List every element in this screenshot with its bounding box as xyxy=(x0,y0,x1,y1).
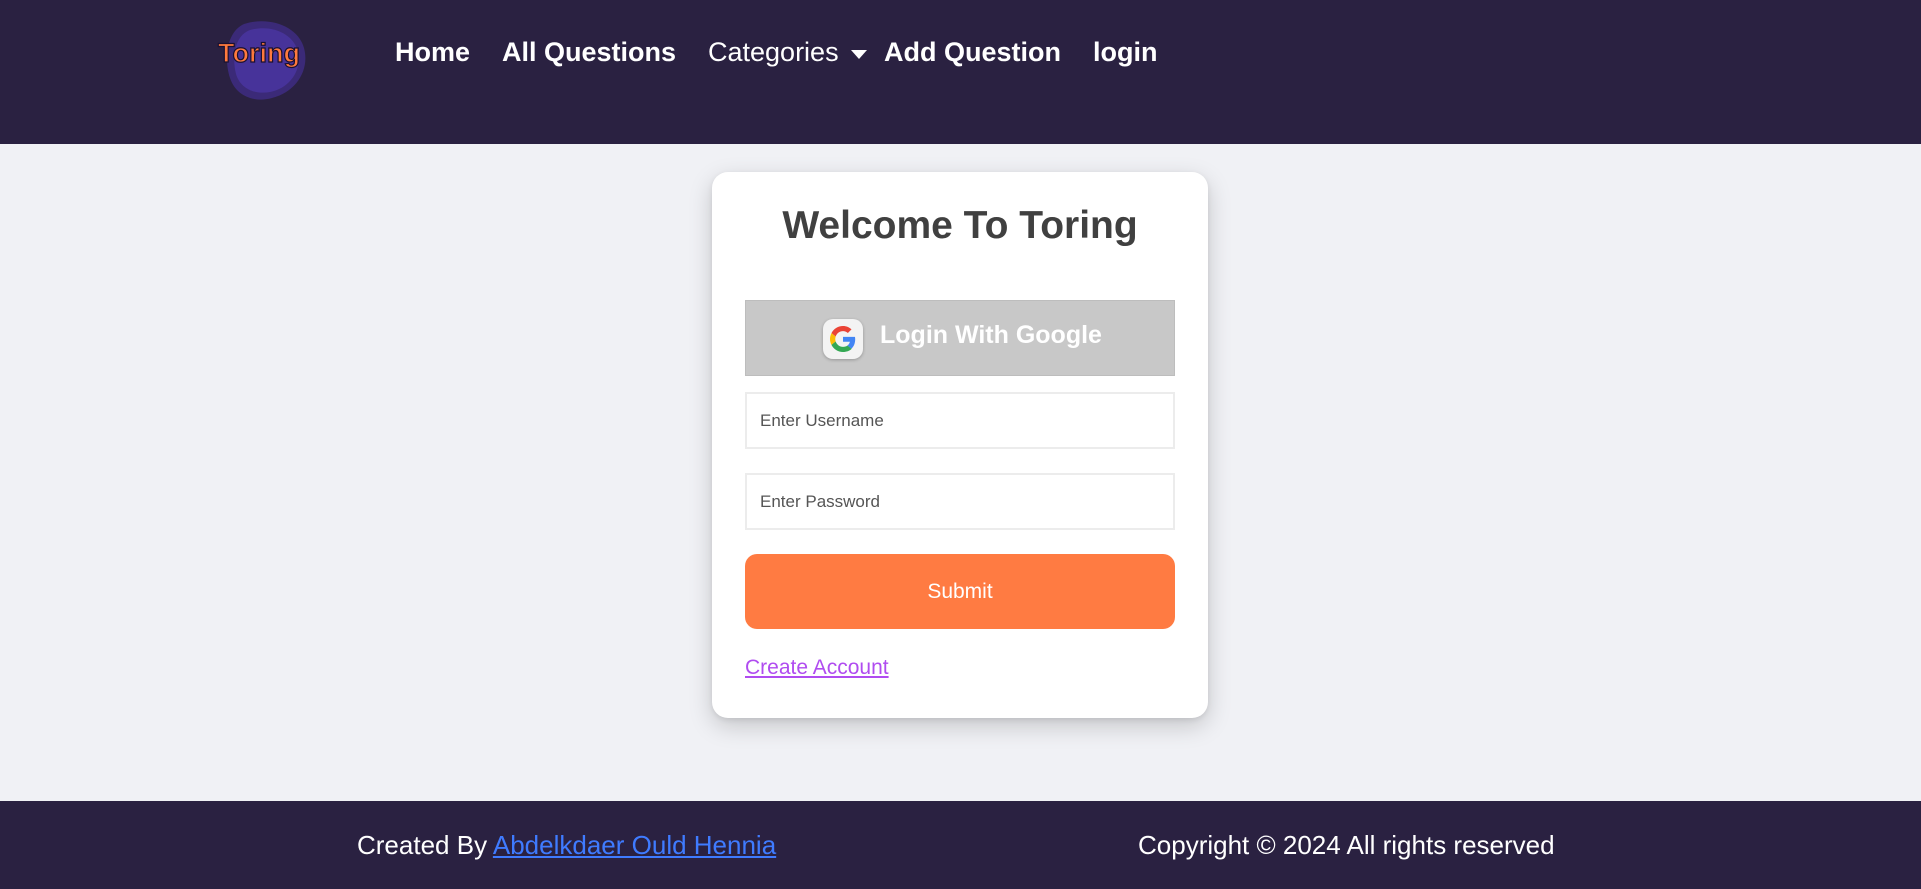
login-with-google-button[interactable]: Login With Google xyxy=(745,300,1175,376)
caret-down-icon[interactable] xyxy=(851,50,867,59)
footer-author-link[interactable]: Abdelkdaer Ould Hennia xyxy=(493,830,776,860)
nav-link-all-questions[interactable]: All Questions xyxy=(502,37,676,68)
login-title: Welcome To Toring xyxy=(782,204,1138,247)
logo-text: Toring xyxy=(217,37,300,68)
google-icon xyxy=(823,319,863,359)
nav-link-home[interactable]: Home xyxy=(395,37,470,68)
google-button-label: Login With Google xyxy=(880,321,1102,349)
login-card: Welcome To Toring Login With Google Subm… xyxy=(712,172,1208,718)
footer-credit: Created By Abdelkdaer Ould Hennia xyxy=(357,830,776,861)
nav-link-add-question[interactable]: Add Question xyxy=(884,37,1061,68)
nav-link-login[interactable]: login xyxy=(1093,37,1157,68)
submit-button[interactable]: Submit xyxy=(745,554,1175,629)
footer-copyright: Copyright © 2024 All rights reserved xyxy=(1138,830,1555,860)
top-navbar: Toring Home All Questions Categories Add… xyxy=(0,0,1921,144)
page-footer: Created By Abdelkdaer Ould Hennia Copyri… xyxy=(0,801,1921,889)
footer-created-by-label: Created By xyxy=(357,830,488,860)
create-account-link[interactable]: Create Account xyxy=(745,656,889,680)
site-logo[interactable]: Toring xyxy=(214,18,310,102)
password-input[interactable] xyxy=(745,473,1175,530)
nav-dropdown-categories[interactable]: Categories xyxy=(708,37,839,68)
username-input[interactable] xyxy=(745,392,1175,449)
